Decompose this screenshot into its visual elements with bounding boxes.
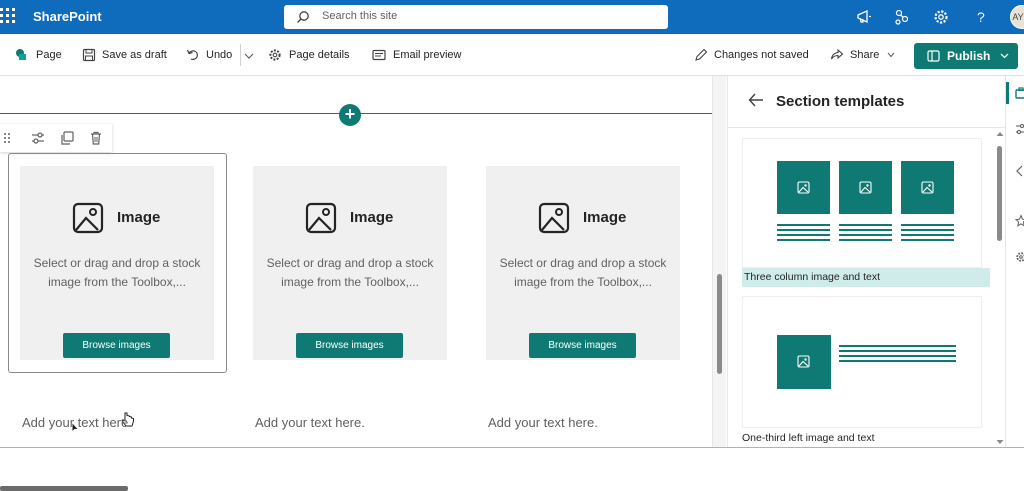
text-webpart-placeholder[interactable]: Add your text here. xyxy=(22,415,132,430)
help-icon[interactable]: ? xyxy=(972,8,990,26)
canvas-scrollbar[interactable] xyxy=(712,76,726,448)
publish-button[interactable]: Publish xyxy=(914,43,1018,69)
delete-icon[interactable] xyxy=(88,130,104,146)
undo-icon xyxy=(186,49,198,60)
template-text-lines xyxy=(777,224,830,244)
webpart-title: Image xyxy=(117,209,161,226)
share-chevron-icon xyxy=(887,52,895,58)
canvas-scrollbar-thumb[interactable] xyxy=(717,274,722,374)
save-as-draft-button[interactable]: Save as draft xyxy=(82,48,172,64)
image-icon xyxy=(797,355,810,368)
publish-chevron-icon[interactable] xyxy=(1000,53,1009,59)
text-webpart-placeholder[interactable]: Add your text here. xyxy=(488,415,598,430)
template-label-selected[interactable]: Three column image and text xyxy=(742,268,990,287)
star-icon[interactable] xyxy=(1014,214,1024,228)
suite-bar: SharePoint Search this site ? AY xyxy=(0,0,1024,34)
template-text-lines xyxy=(839,224,892,244)
template-three-column-image-text[interactable] xyxy=(742,138,982,268)
image-icon xyxy=(72,202,104,234)
rail-selected-indicator xyxy=(1006,82,1009,104)
command-bar: Page Save as draft Undo Page details Ema… xyxy=(0,34,1024,76)
image-icon xyxy=(797,181,810,194)
sharepoint-page-editor: SharePoint Search this site ? AY Page Sa… xyxy=(0,0,1024,491)
gear-icon[interactable] xyxy=(932,8,950,26)
toolbox-icon[interactable] xyxy=(1014,86,1024,100)
canvas-bottom-border xyxy=(0,447,1024,448)
text-webpart-placeholder[interactable]: Add your text here. xyxy=(255,415,365,430)
pane-header: Section templates xyxy=(728,76,1006,128)
design-ideas-icon[interactable] xyxy=(1014,164,1024,178)
search-icon xyxy=(297,11,309,23)
template-image-block xyxy=(777,335,831,389)
image-webpart[interactable]: Image Select or drag and drop a stock im… xyxy=(486,166,680,360)
search-placeholder: Search this site xyxy=(322,10,398,22)
template-text-lines xyxy=(839,345,956,365)
share-icon xyxy=(830,48,844,60)
template-image-block xyxy=(777,161,830,214)
pencil-icon xyxy=(695,48,708,61)
svg-text:?: ? xyxy=(977,9,985,25)
save-icon xyxy=(82,48,96,62)
image-icon xyxy=(538,202,570,234)
share-network-icon[interactable] xyxy=(893,8,911,26)
back-arrow-icon[interactable] xyxy=(748,93,764,107)
page-button[interactable]: Page xyxy=(15,48,65,64)
publish-icon xyxy=(927,50,940,62)
email-preview-icon xyxy=(372,49,386,61)
user-avatar[interactable]: AY xyxy=(1010,5,1024,29)
webpart-title: Image xyxy=(350,209,394,226)
browse-images-button[interactable]: Browse images xyxy=(529,333,636,358)
scroll-down-icon[interactable] xyxy=(996,439,1004,445)
section-templates-pane: Section templates Three column image and… xyxy=(727,76,1006,448)
pane-scrollbar-thumb[interactable] xyxy=(997,146,1002,241)
webpart-description: Select or drag and drop a stock image fr… xyxy=(266,256,434,289)
image-webpart[interactable]: Image Select or drag and drop a stock im… xyxy=(253,166,447,360)
webpart-toolbar xyxy=(0,124,112,152)
toolbox-rail xyxy=(1005,76,1024,448)
email-preview-button[interactable]: Email preview xyxy=(372,48,470,64)
undo-button[interactable]: Undo xyxy=(186,48,238,64)
app-name[interactable]: SharePoint xyxy=(33,9,102,24)
image-icon xyxy=(859,181,872,194)
webpart-description: Select or drag and drop a stock image fr… xyxy=(33,256,201,289)
template-image-block xyxy=(839,161,892,214)
duplicate-icon[interactable] xyxy=(59,130,75,146)
app-launcher-icon[interactable] xyxy=(0,8,16,26)
properties-icon[interactable] xyxy=(1014,122,1024,136)
undo-divider xyxy=(240,44,241,66)
page-details-button[interactable]: Page details xyxy=(268,48,358,64)
template-image-block xyxy=(901,161,954,214)
image-icon xyxy=(305,202,337,234)
drag-handle-icon[interactable] xyxy=(3,130,11,146)
page-canvas: + Image Select or drag and drop a stock … xyxy=(0,76,724,448)
webpart-title: Image xyxy=(583,209,627,226)
browse-images-button[interactable]: Browse images xyxy=(63,333,170,358)
taskbar-fragment xyxy=(0,486,128,491)
template-label[interactable]: One-third left image and text xyxy=(742,432,875,444)
site-search-box[interactable]: Search this site xyxy=(284,5,668,29)
settings-icon[interactable] xyxy=(1014,250,1024,264)
add-section-button[interactable]: + xyxy=(339,104,361,126)
undo-dropdown-chevron-icon[interactable] xyxy=(244,52,254,60)
megaphone-icon[interactable] xyxy=(855,8,873,26)
image-icon xyxy=(921,181,934,194)
scroll-up-icon[interactable] xyxy=(996,131,1004,137)
image-webpart[interactable]: Image Select or drag and drop a stock im… xyxy=(20,166,214,360)
template-text-lines xyxy=(901,224,954,244)
edit-properties-icon[interactable] xyxy=(30,130,46,146)
browse-images-button[interactable]: Browse images xyxy=(296,333,403,358)
pane-title: Section templates xyxy=(776,93,905,110)
sharepoint-page-icon xyxy=(16,49,26,60)
webpart-description: Select or drag and drop a stock image fr… xyxy=(499,256,667,289)
share-button[interactable]: Share xyxy=(830,48,900,64)
template-one-third-left-image-text[interactable] xyxy=(742,296,982,428)
gear-icon xyxy=(269,49,281,61)
changes-status: Changes not saved xyxy=(694,48,814,64)
